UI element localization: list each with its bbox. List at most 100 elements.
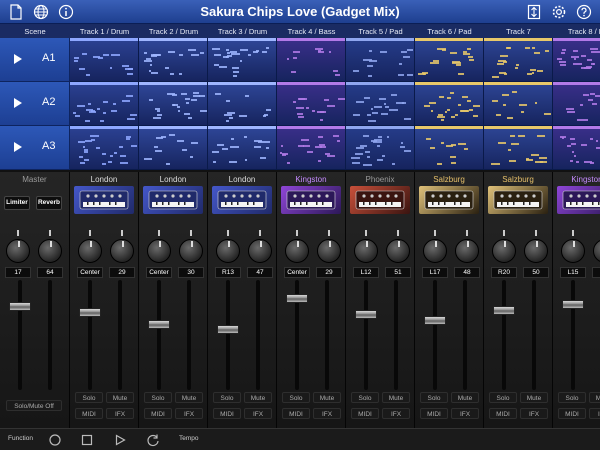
mute-button[interactable]: Mute bbox=[313, 392, 341, 403]
function-button[interactable]: Function bbox=[8, 435, 33, 442]
volume-fader[interactable] bbox=[148, 320, 170, 330]
volume-knob[interactable] bbox=[110, 239, 134, 263]
midi-button[interactable]: MIDI bbox=[75, 408, 103, 419]
clip-cell[interactable] bbox=[70, 126, 139, 170]
mute-button[interactable]: Mute bbox=[175, 392, 203, 403]
pan-knob[interactable] bbox=[285, 239, 309, 263]
solo-button[interactable]: Solo bbox=[558, 392, 586, 403]
clip-cell[interactable] bbox=[70, 82, 139, 126]
volume-knob[interactable] bbox=[179, 239, 203, 263]
solo-button[interactable]: Solo bbox=[75, 392, 103, 403]
record-icon[interactable] bbox=[48, 433, 62, 447]
solo-button[interactable]: Solo bbox=[420, 392, 448, 403]
track-header[interactable]: Track 2 / Drum bbox=[139, 24, 208, 38]
pan-knob[interactable] bbox=[423, 239, 447, 263]
track-header[interactable]: Track 7 bbox=[484, 24, 553, 38]
clip-cell[interactable] bbox=[553, 82, 600, 126]
solo-button[interactable]: Solo bbox=[282, 392, 310, 403]
clip-cell[interactable] bbox=[346, 126, 415, 170]
volume-knob[interactable] bbox=[386, 239, 410, 263]
volume-fader[interactable] bbox=[79, 308, 101, 318]
scene-button[interactable]: A3 bbox=[0, 126, 70, 170]
volume-fader[interactable] bbox=[493, 306, 515, 316]
loop-icon[interactable] bbox=[146, 433, 160, 447]
track-header[interactable]: Track 8 / Le bbox=[553, 24, 600, 38]
clip-cell[interactable] bbox=[208, 82, 277, 126]
clip-cell[interactable] bbox=[415, 38, 484, 82]
mute-button[interactable]: Mute bbox=[382, 392, 410, 403]
gadget-thumbnail[interactable] bbox=[419, 186, 479, 214]
solo-button[interactable]: Solo bbox=[144, 392, 172, 403]
clip-cell[interactable] bbox=[208, 38, 277, 82]
master-knob-2[interactable] bbox=[38, 239, 62, 263]
midi-button[interactable]: MIDI bbox=[420, 408, 448, 419]
ifx-button[interactable]: IFX bbox=[313, 408, 341, 419]
track-header[interactable]: Track 4 / Bass bbox=[277, 24, 346, 38]
clip-cell[interactable] bbox=[484, 38, 553, 82]
gadget-thumbnail[interactable] bbox=[143, 186, 203, 214]
ifx-button[interactable]: IFX bbox=[589, 408, 600, 419]
clip-cell[interactable] bbox=[553, 126, 600, 170]
ifx-button[interactable]: IFX bbox=[244, 408, 272, 419]
clip-cell[interactable] bbox=[346, 38, 415, 82]
midi-button[interactable]: MIDI bbox=[558, 408, 586, 419]
volume-knob[interactable] bbox=[593, 239, 600, 263]
track-header[interactable]: Track 5 / Pad bbox=[346, 24, 415, 38]
mute-button[interactable]: Mute bbox=[244, 392, 272, 403]
pan-knob[interactable] bbox=[147, 239, 171, 263]
track-header[interactable]: Track 3 / Drum bbox=[208, 24, 277, 38]
solo-mute-off-button[interactable]: Solo/Mute Off bbox=[6, 400, 62, 411]
ifx-button[interactable]: IFX bbox=[382, 408, 410, 419]
volume-fader[interactable] bbox=[424, 316, 446, 326]
clip-cell[interactable] bbox=[139, 38, 208, 82]
pan-knob[interactable] bbox=[354, 239, 378, 263]
clip-cell[interactable] bbox=[346, 82, 415, 126]
clip-cell[interactable] bbox=[415, 82, 484, 126]
mute-button[interactable]: Mute bbox=[589, 392, 600, 403]
pan-knob[interactable] bbox=[216, 239, 240, 263]
volume-fader[interactable] bbox=[9, 302, 31, 312]
mute-button[interactable]: Mute bbox=[106, 392, 134, 403]
settings-icon[interactable] bbox=[551, 4, 567, 20]
ifx-button[interactable]: IFX bbox=[520, 408, 548, 419]
clip-cell[interactable] bbox=[484, 82, 553, 126]
play-icon[interactable] bbox=[113, 433, 127, 447]
clip-cell[interactable] bbox=[70, 38, 139, 82]
limiter-button[interactable]: Limiter bbox=[4, 196, 30, 210]
volume-knob[interactable] bbox=[455, 239, 479, 263]
clip-cell[interactable] bbox=[277, 82, 346, 126]
volume-knob[interactable] bbox=[524, 239, 548, 263]
pan-knob[interactable] bbox=[78, 239, 102, 263]
ifx-button[interactable]: IFX bbox=[175, 408, 203, 419]
clip-cell[interactable] bbox=[277, 126, 346, 170]
pan-knob[interactable] bbox=[561, 239, 585, 263]
clip-cell[interactable] bbox=[415, 126, 484, 170]
reverb-button[interactable]: Reverb bbox=[36, 196, 62, 210]
tempo-button[interactable]: Tempo bbox=[179, 435, 199, 442]
scene-button[interactable]: A1 bbox=[0, 38, 70, 82]
master-knob-1[interactable] bbox=[6, 239, 30, 263]
ifx-button[interactable]: IFX bbox=[106, 408, 134, 419]
solo-button[interactable]: Solo bbox=[489, 392, 517, 403]
midi-button[interactable]: MIDI bbox=[351, 408, 379, 419]
clip-cell[interactable] bbox=[277, 38, 346, 82]
midi-button[interactable]: MIDI bbox=[144, 408, 172, 419]
gadget-thumbnail[interactable] bbox=[281, 186, 341, 214]
midi-button[interactable]: MIDI bbox=[489, 408, 517, 419]
volume-fader[interactable] bbox=[217, 325, 239, 335]
gadget-thumbnail[interactable] bbox=[488, 186, 548, 214]
clip-cell[interactable] bbox=[139, 82, 208, 126]
ifx-button[interactable]: IFX bbox=[451, 408, 479, 419]
help-icon[interactable] bbox=[576, 4, 592, 20]
volume-knob[interactable] bbox=[248, 239, 272, 263]
scene-button[interactable]: A2 bbox=[0, 82, 70, 126]
mute-button[interactable]: Mute bbox=[451, 392, 479, 403]
track-header[interactable]: Track 6 / Pad bbox=[415, 24, 484, 38]
stop-icon[interactable] bbox=[80, 433, 94, 447]
midi-button[interactable]: MIDI bbox=[213, 408, 241, 419]
volume-fader[interactable] bbox=[286, 294, 308, 304]
solo-button[interactable]: Solo bbox=[213, 392, 241, 403]
pan-knob[interactable] bbox=[492, 239, 516, 263]
clip-cell[interactable] bbox=[484, 126, 553, 170]
gadget-thumbnail[interactable] bbox=[74, 186, 134, 214]
